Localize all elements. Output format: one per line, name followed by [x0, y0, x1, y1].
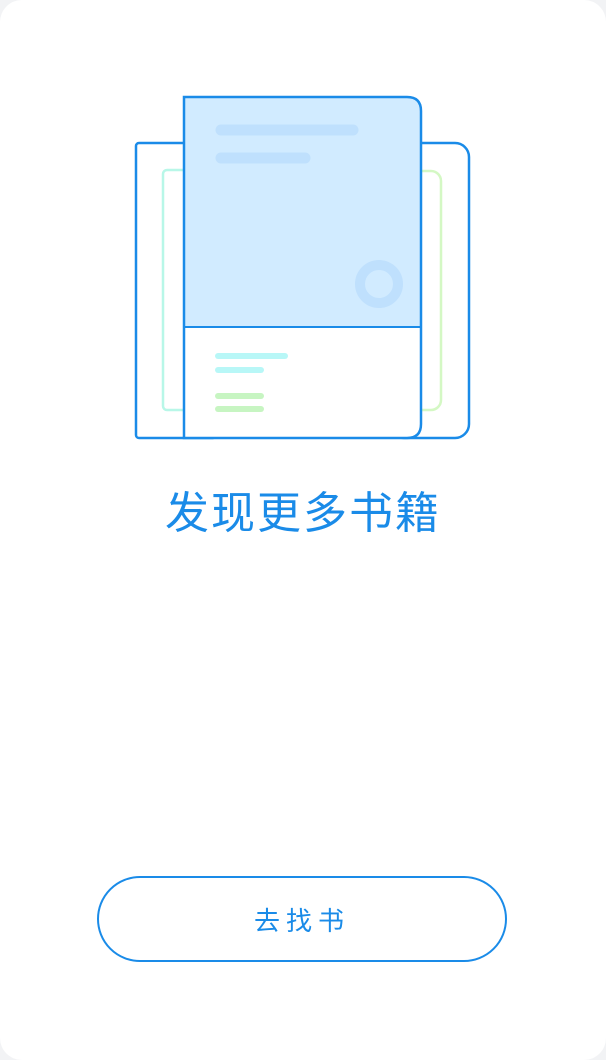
empty-state-card: 发现更多书籍 去找书 — [0, 0, 606, 1060]
find-books-button[interactable]: 去找书 — [97, 876, 507, 962]
empty-state-title: 发现更多书籍 — [165, 488, 441, 539]
front-book — [182, 95, 423, 440]
book-stack-icon — [134, 95, 471, 440]
